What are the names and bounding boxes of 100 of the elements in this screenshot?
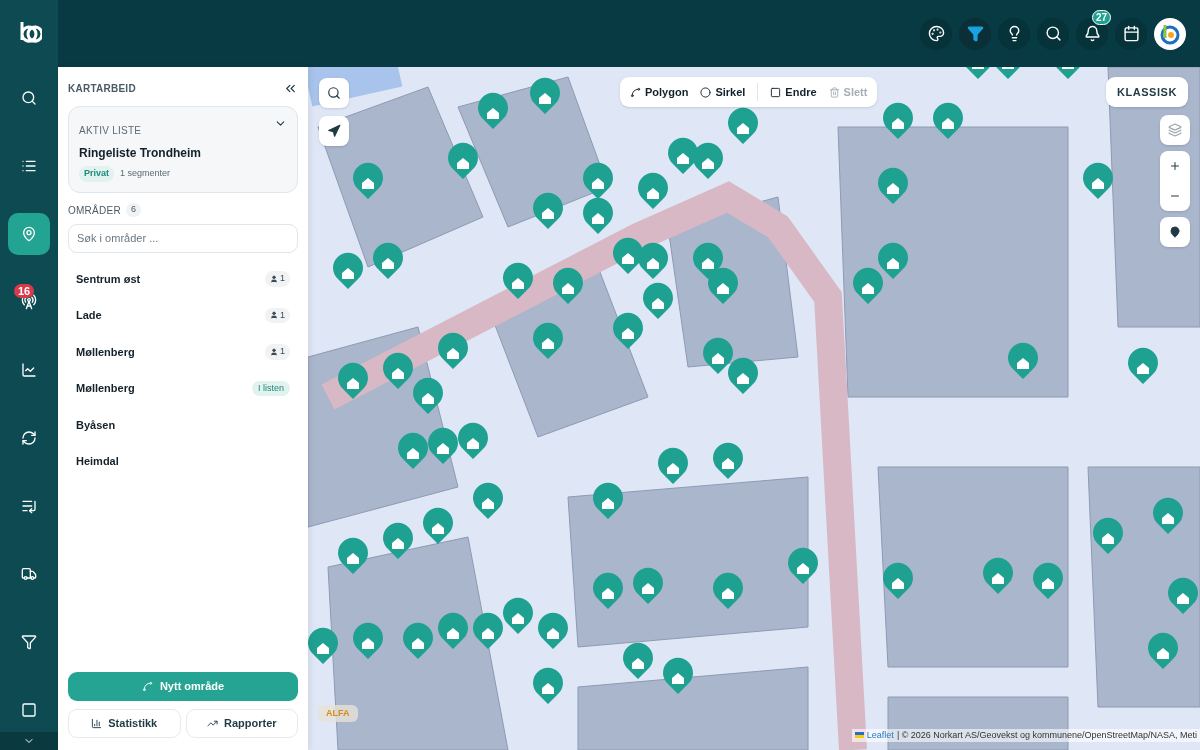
nav-item[interactable]: 16 bbox=[8, 281, 50, 323]
house-marker[interactable] bbox=[383, 522, 413, 559]
house-marker[interactable] bbox=[413, 377, 443, 414]
list-name: Ringeliste Trondheim bbox=[79, 145, 202, 162]
area-item[interactable]: Heimdal bbox=[68, 443, 298, 480]
house-marker[interactable] bbox=[533, 322, 563, 359]
area-item[interactable]: Møllenberg 1 bbox=[68, 333, 298, 370]
status-tag: I listen bbox=[252, 380, 290, 396]
house-marker[interactable] bbox=[353, 622, 383, 659]
palette-button[interactable] bbox=[920, 17, 952, 50]
map-style-button[interactable]: KLASSISK bbox=[1105, 77, 1188, 107]
house-marker[interactable] bbox=[338, 362, 368, 399]
house-marker[interactable] bbox=[403, 622, 433, 659]
house-marker[interactable] bbox=[448, 142, 478, 179]
house-marker[interactable] bbox=[883, 562, 913, 599]
house-marker[interactable] bbox=[478, 92, 508, 129]
pin-button[interactable] bbox=[1160, 217, 1190, 247]
house-marker[interactable] bbox=[878, 167, 908, 204]
house-marker[interactable] bbox=[473, 612, 503, 649]
house-marker[interactable] bbox=[533, 667, 563, 704]
leaflet-link[interactable]: Leaflet bbox=[866, 728, 894, 742]
area-item[interactable]: Lade 1 bbox=[68, 297, 298, 334]
map-search-button[interactable] bbox=[319, 78, 349, 108]
house-marker[interactable] bbox=[538, 612, 568, 649]
member-count: 1 bbox=[265, 271, 290, 287]
house-marker[interactable] bbox=[583, 162, 613, 199]
house-marker[interactable] bbox=[933, 102, 963, 139]
house-marker[interactable] bbox=[1083, 162, 1113, 199]
house-marker[interactable] bbox=[503, 597, 533, 634]
house-marker[interactable] bbox=[1153, 497, 1183, 534]
statistics-button[interactable]: Statistikk bbox=[68, 709, 181, 738]
refresh-icon bbox=[21, 430, 37, 446]
house-marker[interactable] bbox=[438, 612, 468, 649]
house-marker[interactable] bbox=[438, 332, 468, 369]
house-marker[interactable] bbox=[883, 102, 913, 139]
house-marker[interactable] bbox=[613, 312, 643, 349]
area-item[interactable]: Møllenberg I listen bbox=[68, 370, 298, 407]
house-marker[interactable] bbox=[623, 642, 653, 679]
house-marker[interactable] bbox=[878, 242, 908, 279]
house-marker[interactable] bbox=[593, 572, 623, 609]
area-item[interactable]: Byåsen bbox=[68, 406, 298, 443]
house-marker[interactable] bbox=[643, 282, 673, 319]
reports-button[interactable]: Rapporter bbox=[185, 709, 298, 738]
house-marker[interactable] bbox=[658, 447, 688, 484]
house-marker[interactable] bbox=[1128, 347, 1158, 384]
house-marker[interactable] bbox=[713, 572, 743, 609]
area-item[interactable]: Sentrum øst 1 bbox=[68, 260, 298, 297]
house-marker[interactable] bbox=[708, 267, 738, 304]
house-marker[interactable] bbox=[553, 267, 583, 304]
house-marker[interactable] bbox=[458, 422, 488, 459]
filter-button[interactable] bbox=[959, 17, 991, 50]
house-marker[interactable] bbox=[398, 432, 428, 469]
nav-item[interactable] bbox=[8, 213, 50, 255]
house-marker[interactable] bbox=[583, 197, 613, 234]
house-marker[interactable] bbox=[1033, 562, 1063, 599]
search-button[interactable] bbox=[1037, 17, 1069, 50]
house-marker[interactable] bbox=[533, 192, 563, 229]
member-count: 1 bbox=[265, 344, 290, 360]
house-marker[interactable] bbox=[788, 547, 818, 584]
house-marker[interactable] bbox=[728, 107, 758, 144]
house-marker[interactable] bbox=[853, 267, 883, 304]
tool-button[interactable]: Polygon bbox=[626, 83, 693, 101]
tool-button[interactable]: Sirkel bbox=[696, 83, 750, 101]
house-marker[interactable] bbox=[693, 142, 723, 179]
house-marker[interactable] bbox=[713, 442, 743, 479]
avatar[interactable] bbox=[1154, 17, 1186, 50]
house-marker[interactable] bbox=[473, 482, 503, 519]
locate-button[interactable] bbox=[319, 116, 349, 146]
lightbulb-button[interactable] bbox=[998, 17, 1030, 50]
house-marker[interactable] bbox=[423, 507, 453, 544]
house-marker[interactable] bbox=[703, 337, 733, 374]
house-marker[interactable] bbox=[668, 137, 698, 174]
house-marker[interactable] bbox=[638, 242, 668, 279]
layers-button[interactable] bbox=[1160, 115, 1190, 145]
house-marker[interactable] bbox=[1093, 517, 1123, 554]
house-marker[interactable] bbox=[663, 657, 693, 694]
house-marker[interactable] bbox=[428, 427, 458, 464]
person-icon bbox=[270, 274, 278, 283]
house-marker[interactable] bbox=[728, 357, 758, 394]
house-marker[interactable] bbox=[638, 172, 668, 209]
tool-button[interactable]: Endre bbox=[766, 83, 821, 101]
bell-icon bbox=[1083, 25, 1101, 42]
house-marker[interactable] bbox=[338, 537, 368, 574]
house-marker[interactable] bbox=[530, 77, 560, 114]
house-marker[interactable] bbox=[633, 567, 663, 604]
house-marker[interactable] bbox=[353, 162, 383, 199]
search-field[interactable]: Søk i områder ... bbox=[68, 223, 298, 253]
house-marker[interactable] bbox=[593, 482, 623, 519]
house-marker[interactable] bbox=[1148, 632, 1178, 669]
house-marker[interactable] bbox=[1168, 577, 1198, 614]
house-marker[interactable] bbox=[1008, 342, 1038, 379]
house-marker[interactable] bbox=[503, 262, 533, 299]
active-list-card[interactable]: AKTIV LISTE Ringeliste Trondheim Privat 1 segmenter bbox=[68, 106, 298, 193]
house-marker[interactable] bbox=[373, 242, 403, 279]
house-marker[interactable] bbox=[613, 237, 643, 274]
house-marker[interactable] bbox=[308, 627, 338, 664]
house-marker[interactable] bbox=[333, 252, 363, 289]
house-marker[interactable] bbox=[383, 352, 413, 389]
calendar-button[interactable] bbox=[1115, 17, 1147, 50]
house-marker[interactable] bbox=[983, 557, 1013, 594]
